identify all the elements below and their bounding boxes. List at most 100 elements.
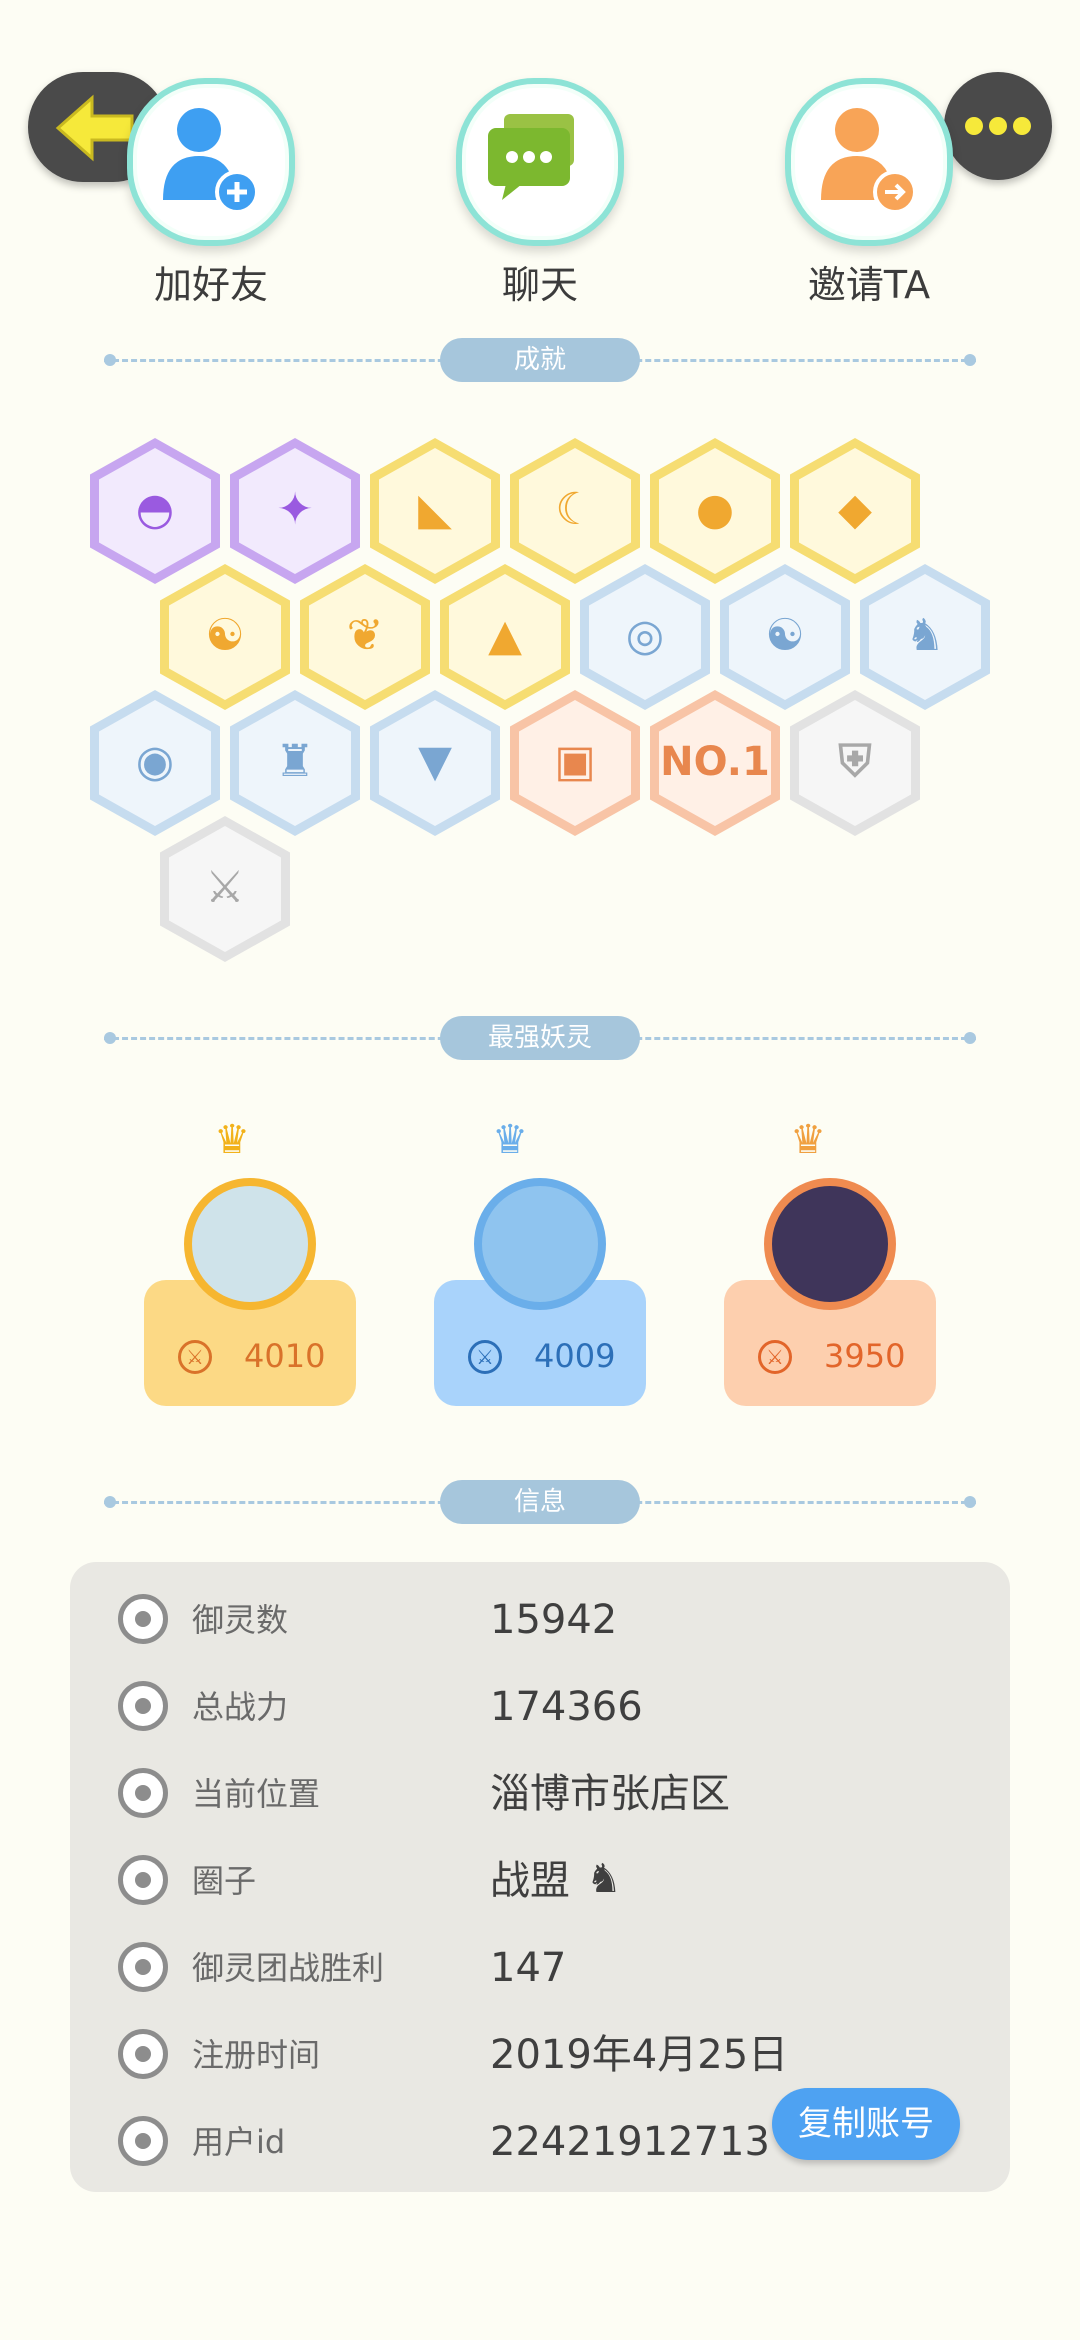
top-spirit-1[interactable]: ♛ ⚔ 4010 bbox=[144, 1117, 356, 1406]
location-pin-icon bbox=[118, 1768, 168, 1818]
wave-yin-yang-badge-icon: ☯ bbox=[765, 610, 805, 661]
top-spirit-2[interactable]: ♛ ⚔ 4009 bbox=[434, 1118, 646, 1406]
info-row-total-power: 总战力 174366 bbox=[70, 1663, 1010, 1751]
no1-badge-icon: NO.1 bbox=[660, 739, 770, 785]
badge-shoe[interactable]: ◣ bbox=[370, 438, 500, 584]
info-value: 174366 bbox=[490, 1684, 643, 1730]
badge-banner-shield[interactable]: ◉ bbox=[90, 690, 220, 836]
invite-icon bbox=[821, 108, 917, 214]
shoe-badge-icon: ◣ bbox=[418, 484, 452, 535]
badge-magic-mirror[interactable]: ◎ bbox=[580, 564, 710, 710]
info-row-spirit-count: 御灵数 15942 bbox=[70, 1576, 1010, 1664]
add-friend-action[interactable]: 加好友 bbox=[126, 78, 296, 309]
info-title: 信息 bbox=[440, 1480, 640, 1524]
chess-knight-icon: ♞ bbox=[586, 1856, 622, 1902]
badge-wave-yin-yang[interactable]: ☯ bbox=[720, 564, 850, 710]
cat-silhouette-badge-icon: ▲ bbox=[488, 610, 522, 661]
invite-action[interactable]: 邀请TA bbox=[784, 78, 954, 309]
info-row-register-time: 注册时间 2019年4月25日 bbox=[70, 2011, 1010, 2099]
id-card-icon bbox=[118, 2116, 168, 2166]
gold-crown-icon: ♛ bbox=[214, 1117, 250, 1163]
orb-badge-icon: ● bbox=[695, 484, 735, 535]
sword-icon: ⚔ bbox=[468, 1340, 502, 1374]
spirit-score: 4009 bbox=[534, 1337, 616, 1375]
spirit-avatar-3 bbox=[764, 1178, 896, 1310]
add-friend-button[interactable] bbox=[127, 78, 295, 246]
badge-monster[interactable]: ♜ bbox=[230, 690, 360, 836]
magic-mirror-badge-icon: ◎ bbox=[625, 610, 665, 661]
invite-label: 邀请TA bbox=[807, 263, 931, 307]
info-label: 用户id bbox=[192, 2123, 286, 2161]
info-row-circle[interactable]: 圈子 战盟 ♞ bbox=[70, 1837, 1010, 1925]
banner-shield-badge-icon: ◉ bbox=[135, 736, 175, 787]
add-friend-icon bbox=[163, 108, 259, 214]
crossed-swords-badge-icon: ⚔ bbox=[205, 862, 245, 913]
top-spirits-title: 最强妖灵 bbox=[440, 1016, 640, 1060]
badge-crossed-swords[interactable]: ⚔ bbox=[160, 816, 290, 962]
spirit-score: 3950 bbox=[824, 1337, 906, 1375]
copy-account-button[interactable]: 复制账号 bbox=[772, 2088, 960, 2160]
more-dots-icon bbox=[965, 117, 1031, 135]
more-button[interactable] bbox=[944, 72, 1052, 180]
chat-icon bbox=[488, 114, 574, 200]
achievements-title: 成就 bbox=[440, 338, 640, 382]
top-spirit-3[interactable]: ♛ ⚔ 3950 bbox=[724, 1117, 936, 1406]
info-value: 15942 bbox=[490, 1597, 618, 1643]
badge-purple-devil[interactable]: ◓ bbox=[90, 438, 220, 584]
info-value[interactable]: 战盟 bbox=[490, 1855, 570, 1907]
spirit-avatar-1 bbox=[184, 1178, 316, 1310]
monster-badge-icon: ♜ bbox=[275, 736, 315, 787]
crystal-badge-icon: ◆ bbox=[838, 484, 872, 535]
badge-winged-shield[interactable]: ⛨ bbox=[790, 690, 920, 836]
sword-power-icon bbox=[118, 1681, 168, 1731]
sun-moon-badge-icon: ☾ bbox=[555, 484, 595, 535]
spirit-score: 4010 bbox=[244, 1337, 326, 1375]
victory-figure-icon bbox=[118, 1942, 168, 1992]
badge-spirit-figure[interactable]: ♞ bbox=[860, 564, 990, 710]
info-divider: 信息 bbox=[104, 1480, 976, 1524]
orange-crown-icon: ♛ bbox=[790, 1117, 826, 1163]
badge-yin-yang-box[interactable]: ☯ bbox=[160, 564, 290, 710]
info-label: 注册时间 bbox=[192, 2036, 321, 2074]
info-label: 圈子 bbox=[192, 1862, 257, 1900]
chat-action[interactable]: 聊天 bbox=[455, 78, 625, 309]
sword-icon: ⚔ bbox=[178, 1340, 212, 1374]
spirit-avatar-2 bbox=[474, 1178, 606, 1310]
info-row-victories: 御灵团战胜利 147 bbox=[70, 1924, 1010, 2012]
spirit-figure-badge-icon: ♞ bbox=[905, 610, 945, 661]
chat-button[interactable] bbox=[456, 78, 624, 246]
invite-button[interactable] bbox=[785, 78, 953, 246]
info-value: 2019年4月25日 bbox=[490, 2032, 789, 2078]
badge-cart[interactable]: ▣ bbox=[510, 690, 640, 836]
add-friend-label: 加好友 bbox=[153, 263, 268, 307]
achievements-divider: 成就 bbox=[104, 338, 976, 382]
info-label: 总战力 bbox=[192, 1688, 289, 1726]
badge-sun-moon[interactable]: ☾ bbox=[510, 438, 640, 584]
badge-orb[interactable]: ● bbox=[650, 438, 780, 584]
badge-cat-silhouette[interactable]: ▲ bbox=[440, 564, 570, 710]
badge-purple-cat[interactable]: ✦ bbox=[230, 438, 360, 584]
clock-icon bbox=[118, 2029, 168, 2079]
cart-badge-icon: ▣ bbox=[554, 736, 596, 787]
info-row-location: 当前位置 淄博市张店区 bbox=[70, 1750, 1010, 1838]
fish-badge-icon: ❦ bbox=[346, 610, 384, 661]
badge-book-fox[interactable]: ▼ bbox=[370, 690, 500, 836]
info-value: 22421912713 bbox=[490, 2119, 770, 2165]
badge-no1[interactable]: NO.1 bbox=[650, 690, 780, 836]
info-label: 御灵团战胜利 bbox=[192, 1949, 385, 1987]
badge-crystal[interactable]: ◆ bbox=[790, 438, 920, 584]
chat-label: 聊天 bbox=[501, 263, 578, 307]
winged-shield-badge-icon: ⛨ bbox=[838, 736, 872, 787]
spirit-count-icon bbox=[118, 1594, 168, 1644]
purple-cat-badge-icon: ✦ bbox=[276, 484, 314, 535]
info-value: 淄博市张店区 bbox=[490, 1771, 730, 1817]
badge-fish[interactable]: ❦ bbox=[300, 564, 430, 710]
purple-devil-badge-icon: ◓ bbox=[135, 484, 175, 535]
sword-icon: ⚔ bbox=[758, 1340, 792, 1374]
info-label: 当前位置 bbox=[192, 1775, 321, 1813]
info-value: 147 bbox=[490, 1945, 567, 1991]
book-fox-badge-icon: ▼ bbox=[418, 736, 452, 787]
top-spirits-divider: 最强妖灵 bbox=[104, 1016, 976, 1060]
circle-group-icon bbox=[118, 1855, 168, 1905]
info-label: 御灵数 bbox=[192, 1601, 289, 1639]
